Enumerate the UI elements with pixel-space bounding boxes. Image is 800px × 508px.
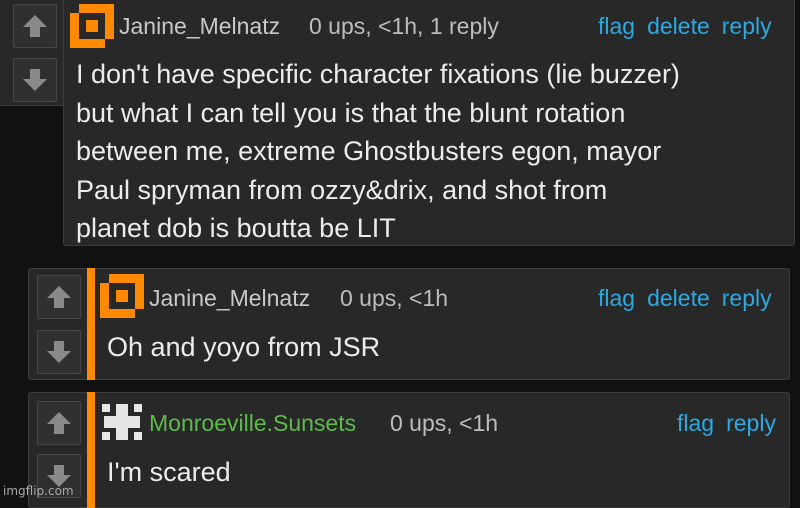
comment-author[interactable]: Monroeville.Sunsets xyxy=(149,410,356,437)
comment-meta: 0 ups, <1h xyxy=(340,285,449,311)
reply-accent-bar xyxy=(87,392,95,508)
delete-link[interactable]: delete xyxy=(647,285,710,312)
downvote-button[interactable] xyxy=(37,330,81,374)
flag-link[interactable]: flag xyxy=(677,410,714,437)
comment-author[interactable]: Janine_Melnatz xyxy=(149,285,310,312)
watermark: imgflip.com xyxy=(3,484,74,498)
comment-meta: 0 ups, <1h, 1 reply xyxy=(309,13,499,39)
reply-link[interactable]: reply xyxy=(722,285,772,312)
orange-square-avatar-icon xyxy=(100,274,144,318)
comment-actions: flag delete reply xyxy=(598,285,772,312)
arrow-up-icon xyxy=(47,286,71,308)
upvote-button[interactable] xyxy=(37,275,81,319)
arrow-down-icon xyxy=(47,341,71,363)
upvote-button[interactable] xyxy=(13,4,57,48)
arrow-down-icon xyxy=(23,69,47,91)
white-cross-avatar-icon xyxy=(102,404,142,440)
comment-meta: 0 ups, <1h xyxy=(390,410,499,436)
delete-link[interactable]: delete xyxy=(647,13,710,40)
flag-link[interactable]: flag xyxy=(598,285,635,312)
reply-link[interactable]: reply xyxy=(722,13,772,40)
reply-link[interactable]: reply xyxy=(726,410,776,437)
reply-accent-bar xyxy=(87,268,95,380)
upvote-button[interactable] xyxy=(37,401,81,445)
comment-text: I don't have specific character fixation… xyxy=(76,59,680,243)
downvote-button[interactable] xyxy=(13,58,57,102)
orange-square-avatar-icon xyxy=(70,4,114,48)
comment-text: Oh and yoyo from JSR xyxy=(107,332,381,362)
flag-link[interactable]: flag xyxy=(598,13,635,40)
arrow-up-icon xyxy=(23,15,47,37)
comment-actions: flag delete reply xyxy=(598,13,772,40)
comment-author[interactable]: Janine_Melnatz xyxy=(119,13,280,40)
arrow-up-icon xyxy=(47,412,71,434)
comment-text: I'm scared xyxy=(107,457,231,487)
comment-actions: flag reply xyxy=(677,410,776,437)
